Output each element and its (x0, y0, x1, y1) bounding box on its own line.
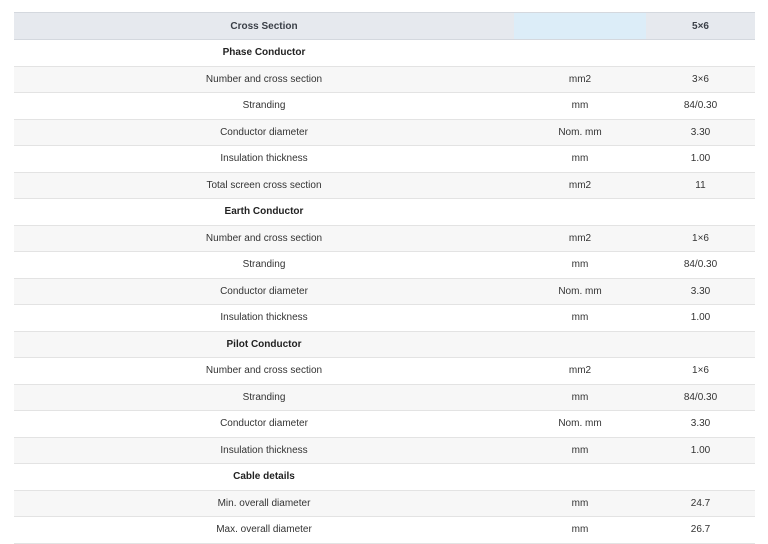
row-label: Number and cross section (205, 73, 323, 85)
row-unit: mm (571, 391, 589, 403)
table-body: Phase Conductor Number and cross section m… (14, 39, 755, 543)
row-value: 3.30 (690, 285, 711, 297)
row-unit: Nom. mm (558, 126, 602, 138)
table-row: Max. overall diameter mm 26.7 (14, 516, 755, 543)
row-value: 84/0.30 (683, 391, 718, 403)
row-value: 3.30 (690, 418, 711, 430)
row-value: 3.30 (690, 126, 711, 138)
table-row: Conductor diameter Nom. mm 3.30 (14, 119, 755, 146)
table-row: Conductor diameter Nom. mm 3.30 (14, 278, 755, 305)
row-label: Insulation thickness (220, 153, 308, 165)
table-row: Number and cross section mm2 1×6 (14, 225, 755, 252)
row-value: 24.7 (690, 497, 711, 509)
row-label: Total screen cross section (206, 179, 322, 191)
table-row: Conductor diameter Nom. mm 3.30 (14, 410, 755, 437)
row-value: 84/0.30 (683, 259, 718, 271)
row-value: 1.00 (690, 312, 711, 324)
section-header-row: Phase Conductor (14, 39, 755, 67)
row-unit: mm2 (568, 232, 592, 244)
table-row: Stranding mm 84/0.30 (14, 384, 755, 411)
table-row: Stranding mm 84/0.30 (14, 251, 755, 278)
table-row: Number and cross section mm2 3×6 (14, 66, 755, 93)
section-header-row: Cable details (14, 463, 755, 491)
row-label: Conductor diameter (220, 285, 308, 297)
row-unit: mm (571, 153, 589, 165)
row-unit: mm (571, 524, 589, 536)
row-label: Stranding (242, 259, 286, 271)
header-cross-section: Cross Section (14, 12, 514, 40)
header-value: 5×6 (646, 12, 755, 40)
header-unit (514, 12, 646, 40)
row-label: Conductor diameter (220, 418, 308, 430)
row-label: Max. overall diameter (216, 524, 312, 536)
row-label: Stranding (242, 391, 286, 403)
section-title: Phase Conductor (222, 47, 306, 59)
row-label: Number and cross section (205, 365, 323, 377)
row-label: Insulation thickness (220, 312, 308, 324)
row-label: Number and cross section (205, 232, 323, 244)
table-header-row: Cross Section 5×6 (14, 12, 755, 40)
row-label: Conductor diameter (220, 126, 308, 138)
row-unit: mm (571, 444, 589, 456)
row-unit: Nom. mm (558, 418, 602, 430)
section-title-cell: Phase Conductor (14, 40, 755, 67)
section-title: Pilot Conductor (226, 338, 302, 350)
row-label: Insulation thickness (220, 444, 308, 456)
row-unit: mm (571, 259, 589, 271)
section-header-row: Earth Conductor (14, 198, 755, 226)
table-row: Total screen cross section mm2 11 (14, 172, 755, 199)
row-value: 3×6 (692, 73, 709, 85)
row-label: Min. overall diameter (217, 497, 311, 509)
spec-table: Cross Section 5×6 Phase Conductor Number … (14, 12, 755, 544)
section-title-cell: Cable details (14, 464, 755, 491)
row-value: 1.00 (690, 153, 711, 165)
table-row: Stranding mm 84/0.30 (14, 92, 755, 119)
section-title-cell: Earth Conductor (14, 199, 755, 226)
spec-table-container: Cross Section 5×6 Phase Conductor Number … (14, 12, 755, 544)
table-row: Number and cross section mm2 1×6 (14, 357, 755, 384)
row-unit: mm2 (568, 365, 592, 377)
section-title-cell: Pilot Conductor (14, 331, 755, 358)
row-value: 11 (695, 179, 706, 191)
row-unit: mm2 (568, 73, 592, 85)
table-row: Insulation thickness mm 1.00 (14, 145, 755, 172)
row-unit: Nom. mm (558, 285, 602, 297)
row-value: 1.00 (690, 444, 711, 456)
row-value: 26.7 (690, 524, 711, 536)
row-unit: mm (571, 312, 589, 324)
row-unit: mm2 (568, 179, 592, 191)
row-unit: mm (571, 100, 589, 112)
row-value: 84/0.30 (683, 100, 718, 112)
table-row: Insulation thickness mm 1.00 (14, 304, 755, 331)
table-row: Insulation thickness mm 1.00 (14, 437, 755, 464)
row-unit: mm (571, 497, 589, 509)
section-header-row: Pilot Conductor (14, 331, 755, 358)
row-value: 1×6 (692, 232, 709, 244)
section-title: Earth Conductor (224, 206, 304, 218)
row-value: 1×6 (692, 365, 709, 377)
row-label: Stranding (242, 100, 286, 112)
section-title: Cable details (233, 471, 295, 483)
table-row: Min. overall diameter mm 24.7 (14, 490, 755, 517)
